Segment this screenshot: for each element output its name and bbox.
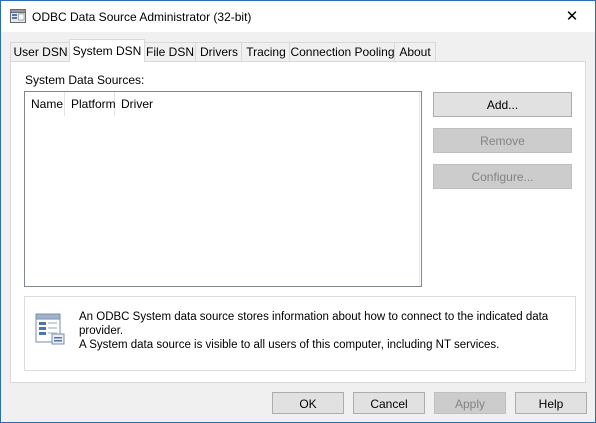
info-box: An ODBC System data source stores inform… [24, 296, 576, 371]
column-header-platform[interactable]: Platform [65, 92, 116, 116]
apply-button[interactable]: Apply [434, 392, 506, 414]
close-icon: ✕ [565, 8, 579, 25]
odbc-admin-icon [10, 9, 26, 23]
info-line-1: An ODBC System data source stores inform… [79, 311, 549, 337]
system-dsn-panel: System Data Sources: Name Platform Drive… [10, 61, 586, 383]
column-header-name[interactable]: Name [25, 92, 65, 116]
title-bar: ODBC Data Source Administrator (32-bit) … [1, 1, 595, 32]
tab-system-dsn[interactable]: System DSN [69, 39, 145, 62]
tab-drivers[interactable]: Drivers [195, 42, 243, 61]
help-button[interactable]: Help [515, 392, 587, 414]
tab-tracing[interactable]: Tracing [241, 42, 291, 61]
tab-connection-pooling[interactable]: Connection Pooling [289, 42, 396, 61]
data-source-info-icon [35, 313, 65, 345]
tab-user-dsn[interactable]: User DSN [10, 42, 71, 61]
odbc-admin-window: ODBC Data Source Administrator (32-bit) … [0, 0, 596, 423]
data-sources-list[interactable]: Name Platform Driver [24, 91, 422, 287]
column-header-driver[interactable]: Driver [115, 92, 235, 116]
tab-about[interactable]: About [394, 42, 436, 61]
remove-button[interactable]: Remove [433, 128, 572, 153]
configure-button[interactable]: Configure... [433, 164, 572, 189]
close-button[interactable]: ✕ [549, 1, 595, 32]
add-button[interactable]: Add... [433, 92, 572, 117]
info-line-2: A System data source is visible to all u… [79, 339, 500, 351]
info-text: An ODBC System data source stores inform… [79, 310, 569, 352]
list-scroll-divider [419, 92, 420, 286]
ok-button[interactable]: OK [272, 392, 344, 414]
window-title: ODBC Data Source Administrator (32-bit) [32, 10, 252, 24]
tab-file-dsn[interactable]: File DSN [143, 42, 197, 61]
cancel-button[interactable]: Cancel [353, 392, 425, 414]
system-data-sources-label: System Data Sources: [25, 73, 145, 87]
